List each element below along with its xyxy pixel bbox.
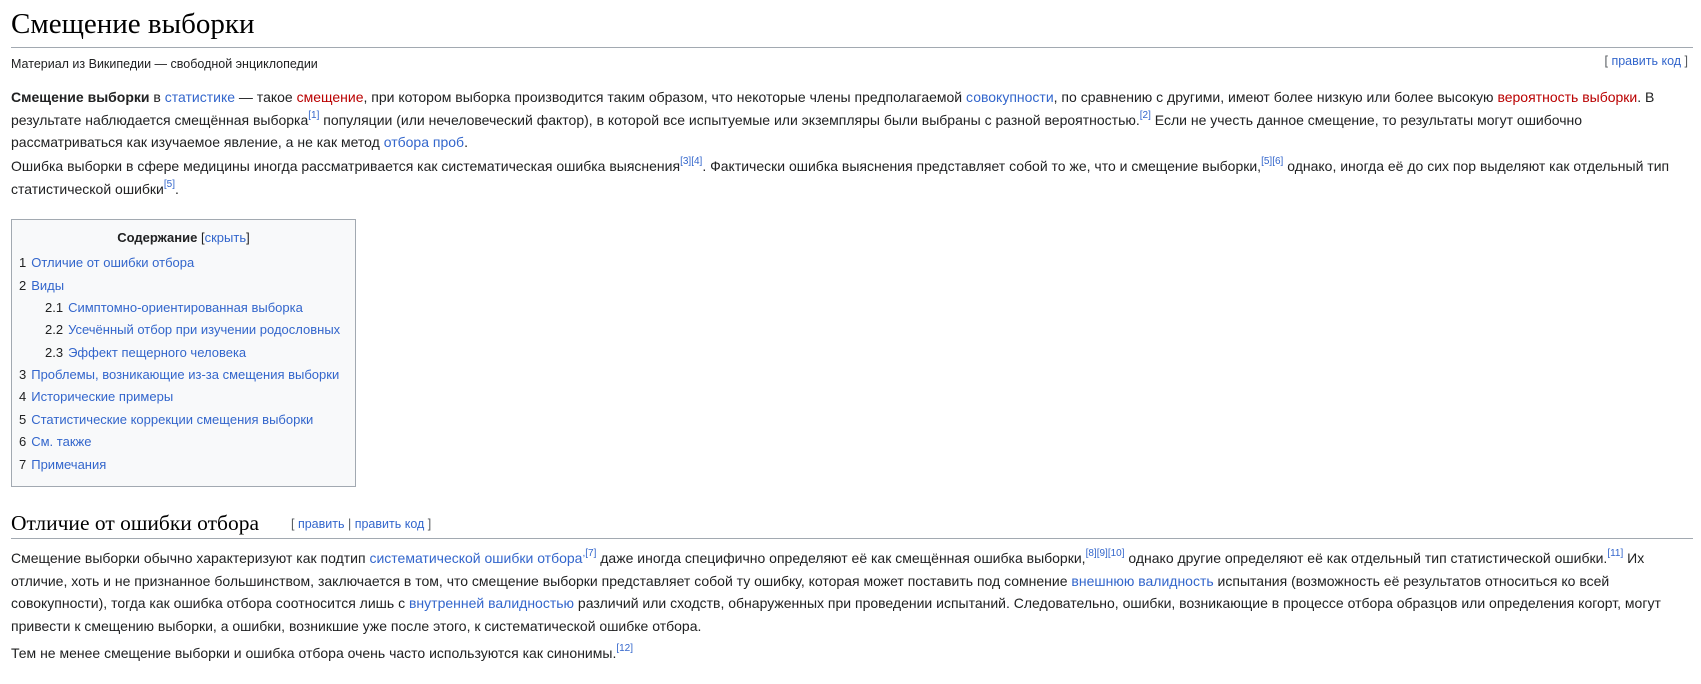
text: , по сравнению с другими, имеют более ни… <box>1053 89 1498 105</box>
toc-number: 2.2 <box>45 322 64 337</box>
text: , при котором выборка производится таким… <box>363 89 967 105</box>
section-edit-code-link[interactable]: править код <box>355 517 425 531</box>
text: . Фактически ошибка выяснения представля… <box>702 158 1262 174</box>
toc-link[interactable]: Проблемы, возникающие из-за смещения выб… <box>31 367 339 382</box>
toc-link[interactable]: Статистические коррекции смещения выборк… <box>31 412 313 427</box>
section-paragraph-2: Тем не менее смещение выборки и ошибка о… <box>11 642 1691 665</box>
ref-9[interactable]: [9] <box>1097 548 1108 559</box>
link-sampling[interactable]: отбора проб <box>384 134 464 150</box>
separator: | <box>344 517 355 531</box>
link-sampling-probability[interactable]: вероятность выборки <box>1497 89 1637 105</box>
text: однако другие определяют её как отдельны… <box>1124 550 1608 566</box>
intro-paragraph-1: Смещение выборки в статистике — такое см… <box>11 86 1691 154</box>
ref-4[interactable]: [4] <box>691 156 702 167</box>
ref-5[interactable]: [5] <box>164 179 175 190</box>
term-bold: Смещение выборки <box>11 89 150 105</box>
link-internal-validity[interactable]: внутренней валидностью <box>409 595 574 611</box>
table-of-contents: Содержание [скрыть] 1 Отличие от ошибки о… <box>11 219 356 487</box>
bracket: [ <box>291 517 298 531</box>
text: Смещение выборки обычно характеризуют ка… <box>11 550 370 566</box>
toc-item-2-1[interactable]: 2.1 Симптомно-ориентированная выборка <box>45 299 303 317</box>
link-population[interactable]: совокупности <box>966 89 1054 105</box>
ref-11[interactable]: [11] <box>1607 548 1623 559</box>
ref-10[interactable]: [10] <box>1108 548 1125 559</box>
toc-link[interactable]: Симптомно-ориентированная выборка <box>68 300 303 315</box>
title-divider <box>11 47 1693 48</box>
toc-hide-toggle[interactable]: скрыть <box>205 230 247 245</box>
toc-item-1[interactable]: 1 Отличие от ошибки отбора <box>19 254 194 272</box>
toc-number: 1 <box>19 255 27 270</box>
toc-item-4[interactable]: 4 Исторические примеры <box>19 388 173 406</box>
toc-link[interactable]: Виды <box>31 278 64 293</box>
page-title: Смещение выборки <box>11 8 255 40</box>
link-systematic-error[interactable]: систематической ошибки отбора <box>369 550 582 566</box>
ref-7[interactable]: ,[7] <box>582 548 596 559</box>
toc-link[interactable]: Эффект пещерного человека <box>68 345 246 360</box>
toc-item-2-2[interactable]: 2.2 Усечённый отбор при изучении родослов… <box>45 321 340 339</box>
ref-1[interactable]: [1] <box>308 110 319 121</box>
text: Ошибка выборки в сфере медицины иногда р… <box>11 158 681 174</box>
link-bias[interactable]: смещение <box>297 89 364 105</box>
ref-2[interactable]: [2] <box>1140 110 1151 121</box>
site-tagline: Материал из Википедии — свободной энцикл… <box>11 57 318 71</box>
toc-number: 3 <box>19 367 27 382</box>
toc-link[interactable]: Отличие от ошибки отбора <box>31 255 194 270</box>
toc-link[interactable]: Исторические примеры <box>31 389 173 404</box>
toc-header: Содержание [скрыть] <box>12 229 355 247</box>
toc-link[interactable]: Примечания <box>31 457 106 472</box>
toc-number: 5 <box>19 412 27 427</box>
edit-code-link[interactable]: править код <box>1611 54 1681 68</box>
toc-number: 6 <box>19 434 27 449</box>
section-paragraph-1: Смещение выборки обычно характеризуют ка… <box>11 547 1691 637</box>
ref-3[interactable]: [3] <box>680 156 691 167</box>
ref-12[interactable]: [12] <box>616 643 633 654</box>
toc-item-3[interactable]: 3 Проблемы, возникающие из-за смещения вы… <box>19 366 339 384</box>
section-divider <box>11 538 1693 539</box>
wiki-article: Смещение выборки Материал из Википедии —… <box>0 0 1701 684</box>
section-edit-links: [ править | править код ] <box>291 515 431 533</box>
toc-number: 2 <box>19 278 27 293</box>
toc-item-2[interactable]: 2 Виды <box>19 277 64 295</box>
section-heading: Отличие от ошибки отбора <box>11 511 260 535</box>
toc-number: 7 <box>19 457 27 472</box>
text: в <box>149 89 165 105</box>
ref-8[interactable]: [8] <box>1086 548 1097 559</box>
toc-number: 4 <box>19 389 27 404</box>
text: даже иногда специфично определяют её как… <box>596 550 1086 566</box>
text: Тем не менее смещение выборки и ошибка о… <box>11 645 617 661</box>
ref-5[interactable]: [5] <box>1261 156 1272 167</box>
toc-title: Содержание <box>117 230 198 245</box>
toc-bracket: ] <box>246 230 250 245</box>
ref-6[interactable]: [6] <box>1272 156 1283 167</box>
text: . <box>174 180 179 197</box>
text: — такое <box>235 89 297 105</box>
toc-item-5[interactable]: 5 Статистические коррекции смещения выбор… <box>19 411 313 429</box>
bracket: ] <box>424 517 432 531</box>
page-edit-code: [ править код ] <box>1604 54 1689 68</box>
intro-paragraph-2: Ошибка выборки в сфере медицины иногда р… <box>11 155 1691 200</box>
toc-number: 2.1 <box>45 300 64 315</box>
toc-item-6[interactable]: 6 См. также <box>19 433 91 451</box>
text: популяции (или нечеловеческий фактор), в… <box>319 111 1140 128</box>
link-external-validity[interactable]: внешнюю валидность <box>1071 573 1213 589</box>
toc-item-2-3[interactable]: 2.3 Эффект пещерного человека <box>45 344 246 362</box>
section-edit-link[interactable]: править <box>298 517 345 531</box>
link-statistics[interactable]: статистике <box>165 89 235 105</box>
toc-number: 2.3 <box>45 345 64 360</box>
text: . <box>464 134 468 150</box>
toc-link[interactable]: Усечённый отбор при изучении родословных <box>68 322 340 337</box>
toc-link[interactable]: См. также <box>31 434 91 449</box>
toc-item-7[interactable]: 7 Примечания <box>19 456 106 474</box>
